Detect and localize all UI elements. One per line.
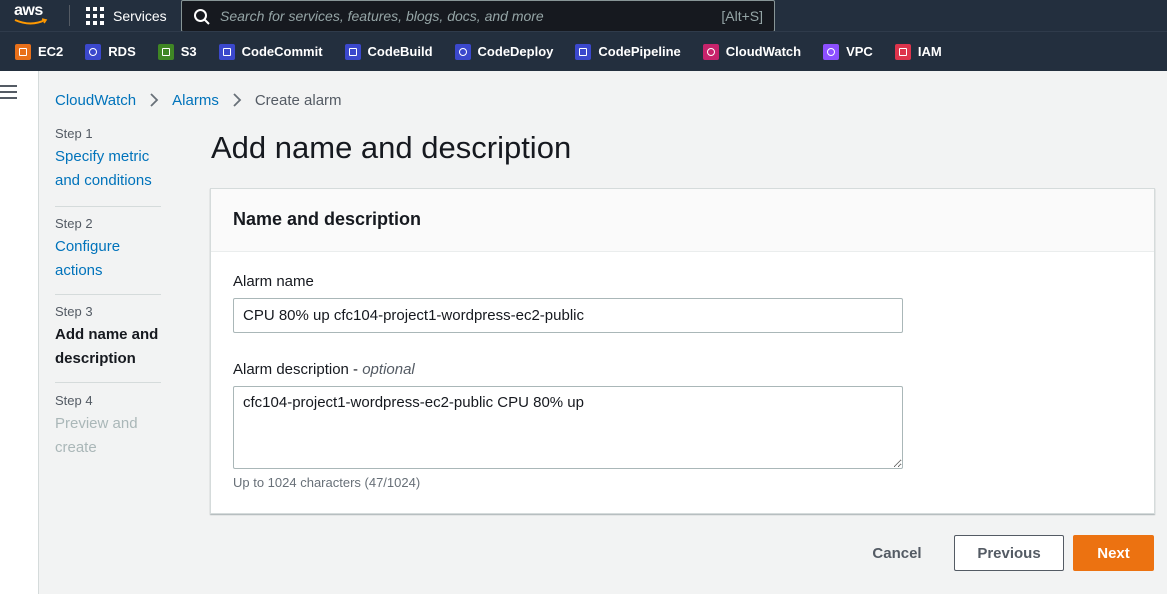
favorite-label: CodeCommit: [241, 44, 323, 59]
wizard-steps: Step 1 Specify metric and conditions Ste…: [55, 126, 161, 460]
favorites-bar: EC2 RDS S3 CodeCommit CodeBuild CodeDepl…: [0, 31, 1167, 71]
wizard-step-4: Step 4 Preview and create: [55, 383, 161, 460]
cancel-button[interactable]: Cancel: [854, 535, 940, 571]
breadcrumb-cloudwatch[interactable]: CloudWatch: [55, 92, 136, 109]
favorite-codecommit[interactable]: CodeCommit: [218, 43, 323, 60]
chevron-right-icon: [150, 93, 159, 107]
page-title: Add name and description: [211, 130, 572, 165]
favorite-label: RDS: [108, 44, 136, 59]
optional-tag: optional: [362, 361, 415, 378]
search-box[interactable]: [Alt+S]: [181, 0, 775, 32]
favorite-rds[interactable]: RDS: [85, 43, 136, 60]
step-current-add-name: Add name and description: [55, 326, 159, 367]
step-number: Step 4: [55, 393, 93, 408]
favorite-label: IAM: [917, 44, 942, 59]
alarm-name-input[interactable]: [233, 298, 903, 333]
step-disabled-preview: Preview and create: [55, 415, 138, 456]
codebuild-icon: [344, 43, 361, 60]
step-number: Step 2: [55, 216, 93, 231]
codecommit-icon: [218, 43, 235, 60]
favorite-codebuild[interactable]: CodeBuild: [344, 43, 433, 60]
breadcrumb-alarms[interactable]: Alarms: [172, 92, 219, 109]
favorite-cloudwatch[interactable]: CloudWatch: [702, 43, 802, 60]
aws-smile-icon: [14, 18, 48, 25]
wizard-step-3: Step 3 Add name and description: [55, 295, 161, 383]
codedeploy-icon: [454, 43, 471, 60]
favorite-label: CodePipeline: [598, 44, 681, 59]
favorite-ec2[interactable]: EC2: [15, 43, 64, 60]
favorite-codepipeline[interactable]: CodePipeline: [575, 43, 681, 60]
search-icon: [194, 9, 210, 25]
favorite-codedeploy[interactable]: CodeDeploy: [454, 43, 554, 60]
favorite-label: CodeBuild: [367, 44, 433, 59]
section-title: Name and description: [233, 209, 422, 229]
alarm-description-label-text: Alarm description -: [233, 361, 363, 378]
favorite-label: CodeDeploy: [477, 44, 554, 59]
side-navigation-rail: [0, 71, 39, 594]
next-button[interactable]: Next: [1073, 535, 1154, 571]
aws-logo[interactable]: aws: [14, 3, 50, 27]
favorite-label: EC2: [38, 44, 64, 59]
grid-icon: [86, 6, 104, 25]
breadcrumb-current: Create alarm: [254, 91, 342, 109]
chevron-right-icon: [233, 93, 242, 107]
step-link-specify-metric[interactable]: Specify metric and conditions: [55, 145, 161, 193]
services-label: Services: [113, 7, 167, 24]
favorite-s3[interactable]: S3: [157, 43, 197, 60]
wizard-step-2: Step 2 Configure actions: [55, 207, 161, 295]
wizard-step-1: Step 1 Specify metric and conditions: [55, 126, 161, 207]
ec2-icon: [15, 43, 31, 60]
rds-icon: [85, 43, 102, 60]
character-count-constraint: Up to 1024 characters (47/1024): [233, 475, 421, 490]
s3-icon: [157, 43, 174, 60]
step-number: Step 3: [55, 304, 93, 319]
favorite-label: S3: [180, 44, 197, 59]
top-navigation: aws Services [Alt+S]: [0, 0, 1167, 32]
favorite-vpc[interactable]: VPC: [823, 43, 873, 60]
step-number: Step 1: [55, 126, 93, 141]
aws-logo-text: aws: [14, 2, 43, 19]
favorite-label: VPC: [846, 44, 873, 59]
services-menu-button[interactable]: Services: [86, 5, 167, 26]
alarm-description-textarea[interactable]: cfc104-project1-wordpress-ec2-public CPU…: [233, 386, 903, 469]
vpc-icon: [823, 43, 840, 60]
menu-icon[interactable]: [0, 85, 17, 99]
breadcrumb: CloudWatch Alarms Create alarm: [55, 90, 342, 110]
favorite-iam[interactable]: IAM: [894, 43, 942, 60]
cloudwatch-icon: [702, 43, 719, 60]
codepipeline-icon: [575, 43, 592, 60]
previous-button[interactable]: Previous: [954, 535, 1064, 571]
step-link-configure-actions[interactable]: Configure actions: [55, 235, 161, 283]
name-description-container: Name and description Alarm name Alarm de…: [210, 188, 1155, 514]
iam-icon: [894, 43, 911, 60]
alarm-description-label: Alarm description - optional: [233, 361, 415, 378]
favorite-label: CloudWatch: [725, 44, 802, 59]
container-header: Name and description: [211, 189, 1154, 252]
alarm-name-label: Alarm name: [233, 273, 314, 290]
nav-divider: [69, 5, 70, 26]
search-input[interactable]: [220, 2, 700, 30]
search-shortcut-hint: [Alt+S]: [721, 8, 763, 24]
